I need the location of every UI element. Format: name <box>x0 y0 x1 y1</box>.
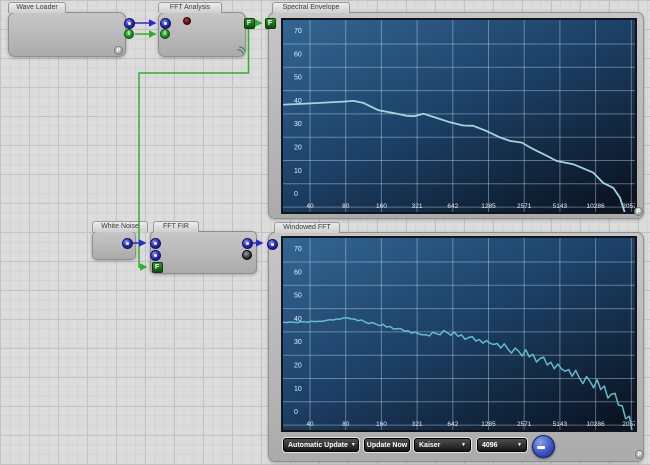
svg-text:70: 70 <box>294 246 302 253</box>
svg-text:10286: 10286 <box>587 203 605 210</box>
fft-fir-out-l-connector[interactable] <box>242 238 253 249</box>
svg-text:321: 321 <box>412 203 423 210</box>
update-now-button[interactable]: Update Now <box>364 438 410 452</box>
svg-text:10: 10 <box>294 168 302 175</box>
fft-analysis-in-connector[interactable] <box>160 18 171 29</box>
module-tab-fft-fir[interactable]: FFT FIR <box>153 221 199 232</box>
chevron-down-icon: ▼ <box>517 442 522 448</box>
svg-text:642: 642 <box>447 203 458 210</box>
fft-size-dropdown[interactable]: 4096 ▼ <box>477 438 527 452</box>
fft-analysis-spectrum-out-connector[interactable]: F <box>244 18 255 29</box>
spectral-envelope-properties-badge[interactable]: P <box>634 207 643 216</box>
svg-text:160: 160 <box>376 421 387 428</box>
windowed-fft-in-connector[interactable] <box>267 239 278 250</box>
windowed-fft-chart: 40 80 160 321 642 1285 2571 5143 10286 20573 70 60 5… <box>281 236 637 432</box>
svg-text:80: 80 <box>342 421 350 428</box>
wave-loader-int-out-connector[interactable]: I <box>124 29 134 39</box>
fft-fir-out-r-connector[interactable] <box>242 250 252 260</box>
fft-fir-in-l-connector[interactable] <box>150 238 161 249</box>
svg-text:50: 50 <box>294 293 302 300</box>
svg-text:60: 60 <box>294 269 302 276</box>
white-noise-out-connector[interactable] <box>122 238 133 249</box>
window-function-dropdown[interactable]: Kaiser ▼ <box>414 438 471 452</box>
spectral-envelope-in-connector[interactable]: F <box>265 18 276 29</box>
svg-text:1285: 1285 <box>481 421 496 428</box>
svg-text:20: 20 <box>294 363 302 370</box>
module-tab-wave-loader[interactable]: Wave Loader <box>8 2 66 13</box>
svg-text:160: 160 <box>376 203 387 210</box>
svg-text:60: 60 <box>294 51 302 58</box>
svg-text:50: 50 <box>294 75 302 82</box>
window-function-value: Kaiser <box>419 442 440 449</box>
module-fft-fir <box>150 231 257 274</box>
gain-knob[interactable] <box>532 435 555 458</box>
svg-text:1285: 1285 <box>481 203 496 210</box>
chevron-down-icon: ▼ <box>351 442 356 448</box>
svg-text:20573: 20573 <box>622 421 635 428</box>
update-mode-dropdown[interactable]: Automatic Update ▼ <box>283 438 359 452</box>
svg-text:0: 0 <box>294 409 298 416</box>
module-wave-loader <box>8 12 126 57</box>
update-mode-value: Automatic Update <box>288 442 348 449</box>
wave-loader-properties-badge[interactable]: P <box>114 46 123 55</box>
module-fft-analysis <box>158 12 246 57</box>
module-tab-white-noise[interactable]: White Noise <box>92 221 148 232</box>
svg-text:40: 40 <box>306 203 314 210</box>
module-tab-fft-analysis[interactable]: FFT Analysis <box>158 2 222 13</box>
svg-text:321: 321 <box>412 421 423 428</box>
svg-text:10: 10 <box>294 386 302 393</box>
svg-text:642: 642 <box>447 421 458 428</box>
svg-text:2571: 2571 <box>517 421 532 428</box>
windowed-fft-properties-badge[interactable]: P <box>635 450 644 459</box>
fft-fir-spectrum-in-connector[interactable]: F <box>152 262 163 273</box>
module-tab-windowed-fft[interactable]: Windowed FFT <box>274 222 340 233</box>
svg-text:70: 70 <box>294 28 302 35</box>
svg-text:80: 80 <box>342 203 350 210</box>
fft-fir-in-r-connector[interactable] <box>150 250 161 261</box>
chevron-down-icon: ▼ <box>461 442 466 448</box>
fft-analysis-trigger-connector[interactable] <box>183 17 191 25</box>
fft-size-value: 4096 <box>482 442 498 449</box>
svg-text:10286: 10286 <box>587 421 605 428</box>
svg-text:0: 0 <box>294 191 298 198</box>
svg-text:30: 30 <box>294 121 302 128</box>
svg-text:40: 40 <box>306 421 314 428</box>
svg-text:2571: 2571 <box>517 203 532 210</box>
svg-text:30: 30 <box>294 339 302 346</box>
fft-analysis-int-in-connector[interactable]: I <box>160 29 170 39</box>
patch-canvas: Wave Loader Start Length Load Clear P I … <box>0 0 650 465</box>
wave-loader-out-connector[interactable] <box>124 18 135 29</box>
svg-text:20: 20 <box>294 145 302 152</box>
spectral-envelope-chart: 4080160321642128525715143102862057370605… <box>281 18 637 214</box>
svg-text:5143: 5143 <box>553 203 568 210</box>
module-tab-spectral-envelope[interactable]: Spectral Envelope <box>272 2 350 13</box>
svg-text:5143: 5143 <box>553 421 568 428</box>
